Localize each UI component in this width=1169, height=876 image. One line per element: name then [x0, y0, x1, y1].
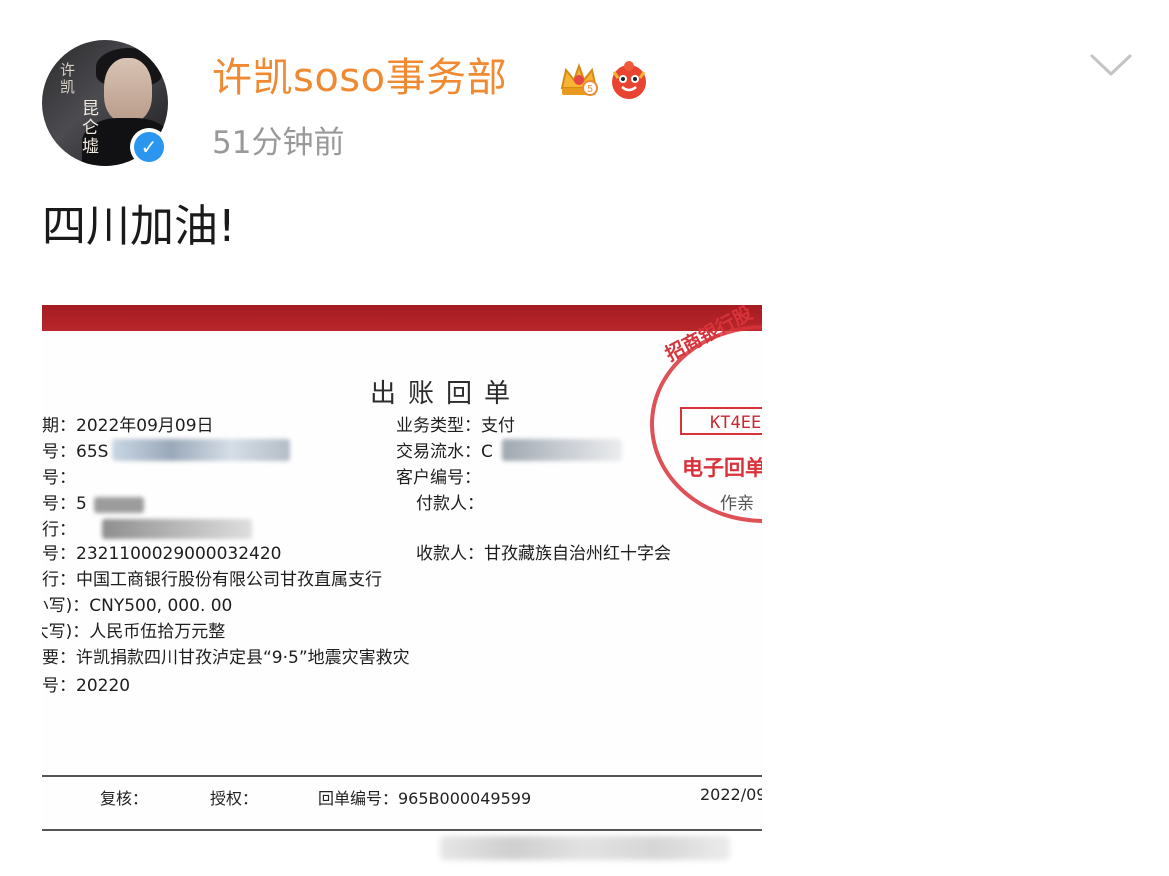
footer-review: 复核：	[100, 789, 149, 808]
seal-code: KT4EE	[680, 407, 762, 435]
receipt-memo: 摘要：许凯捐款四川甘孜泸定县“9·5”地震灾害救灾	[42, 648, 410, 668]
footer-receipt-no: 回单编号：965B000049599	[318, 789, 532, 808]
post-text: 四川加油!	[42, 201, 236, 252]
receipt-reference: 参考号：20220	[42, 676, 131, 696]
receipt-payee-account: 账号：2321100029000032420	[42, 544, 282, 564]
receipt-bank: 开户行：	[42, 520, 76, 540]
avatar-caption-1: 许凯	[60, 61, 76, 96]
post-timestamp: 51分钟前	[212, 125, 345, 161]
verified-check-icon: ✓	[130, 128, 168, 166]
footer-date: 2022/09	[700, 785, 762, 804]
seal-partial-text: 作亲	[720, 494, 754, 514]
avatar-face	[104, 58, 152, 122]
watermark-blur	[440, 836, 730, 860]
receipt-title: 出账回单	[370, 379, 523, 409]
redaction-blur	[502, 439, 622, 461]
chevron-down-icon[interactable]	[1088, 50, 1134, 80]
receipt-business-type: 业务类型：支付	[396, 416, 515, 436]
redaction-blur	[112, 439, 290, 461]
avatar-caption-2: 昆仑墟	[82, 99, 99, 157]
receipt-divider-top	[42, 775, 762, 777]
receipt-top-bar	[42, 305, 762, 331]
receipt-payee-bank: 开户行：中国工商银行股份有限公司甘孜直属支行	[42, 570, 382, 590]
svg-text:5: 5	[587, 84, 593, 95]
footer-authorize: 授权：	[210, 789, 259, 808]
redaction-blur	[102, 519, 252, 539]
receipt-number-2: 编号：	[42, 468, 76, 488]
redaction-blur	[94, 497, 144, 513]
seal-bottom-text: 电子回单	[682, 456, 762, 480]
receipt-divider-bottom	[42, 829, 762, 831]
receipt-amount-small: 金额(小写)：CNY500, 000. 00	[42, 596, 233, 616]
username[interactable]: 许凯soso事务部	[212, 52, 507, 104]
receipt-customer-no: 客户编号：	[396, 468, 481, 488]
receipt-date: 日期：2022年09月09日	[42, 416, 214, 436]
receipt-account: 账号：5	[42, 494, 87, 514]
receipt-payer: 付款人：	[416, 494, 484, 514]
receipt-payee: 收款人：甘孜藏族自治州红十字会	[416, 544, 671, 564]
receipt-amount-large: 金额(大写)：人民币伍拾万元整	[42, 622, 226, 642]
receipt-number: 编号：65S	[42, 442, 109, 462]
receipt-image[interactable]: 招商银行股 KT4EE 电子回单 出账回单 日期：2022年09月09日 编号：…	[42, 305, 762, 833]
crown-badge-icon: 5	[560, 63, 598, 96]
receipt-serial: 交易流水：C	[396, 442, 493, 462]
mascot-badge-icon	[612, 61, 646, 99]
